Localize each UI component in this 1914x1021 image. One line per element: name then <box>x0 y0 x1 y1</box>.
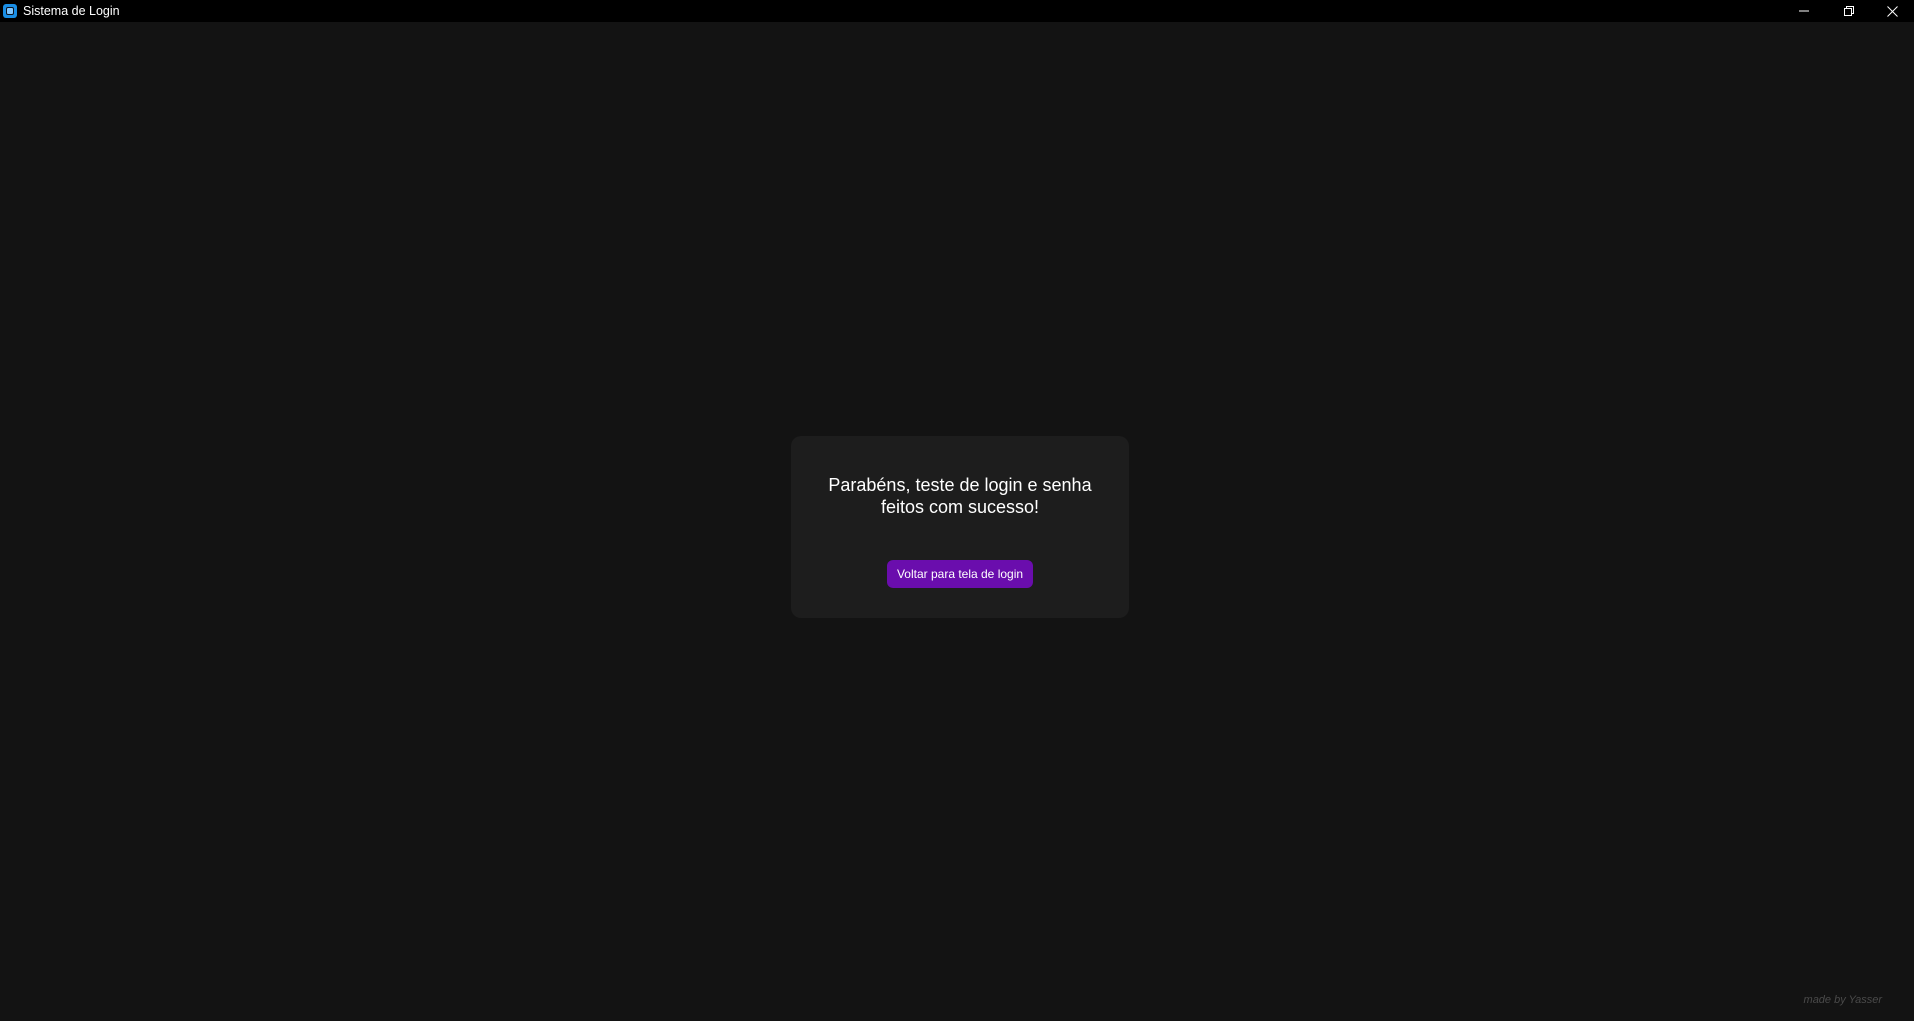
restore-icon <box>1844 6 1854 16</box>
success-card: Parabéns, teste de login e senha feitos … <box>791 436 1129 618</box>
app-window-icon <box>3 4 17 18</box>
back-to-login-button[interactable]: Voltar para tela de login <box>887 560 1033 588</box>
success-message-line-2: feitos com sucesso! <box>880 497 1040 517</box>
title-bar[interactable]: Sistema de Login <box>0 0 1914 22</box>
window-title: Sistema de Login <box>23 4 120 18</box>
close-button[interactable] <box>1870 0 1914 22</box>
minimize-icon <box>1799 10 1809 12</box>
footer-credit: made by Yasser <box>1803 994 1882 1006</box>
success-message: Parabéns, teste de login e senha feitos … <box>791 474 1129 518</box>
app-window: Sistema de Login Parabéns, teste de logi… <box>0 0 1914 1021</box>
close-icon <box>1886 5 1898 17</box>
minimize-button[interactable] <box>1782 0 1826 22</box>
success-message-line-1: Parabéns, teste de login e senha <box>828 475 1092 495</box>
restore-button[interactable] <box>1827 0 1871 22</box>
